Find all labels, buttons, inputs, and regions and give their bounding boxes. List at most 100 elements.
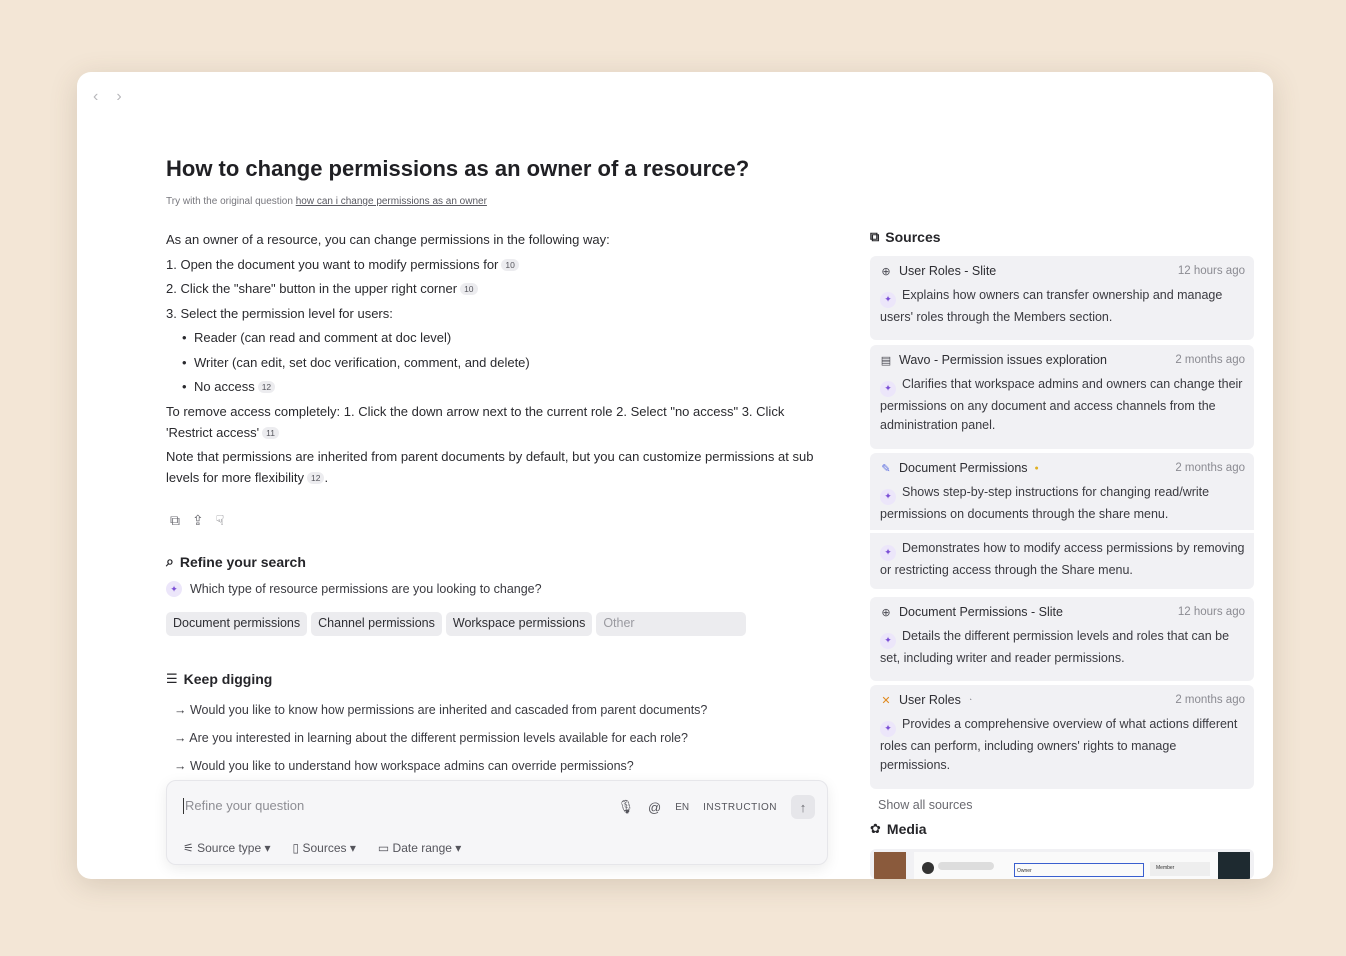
follow-up-question[interactable]: → Are you interested in learning about t… [174, 731, 688, 745]
sparkle-icon: ✦ [880, 545, 896, 561]
owner-select: Owner [1014, 863, 1144, 877]
globe-icon: ⊕ [881, 265, 891, 278]
filter-icon: ⚟ [183, 841, 194, 855]
filter-label: Source type [197, 841, 262, 855]
source-summary-text: Details the different permission levels … [880, 629, 1230, 665]
source-card[interactable]: ✕ User Roles ◔ 2 months ago ✦ Provides a co… [870, 685, 1254, 789]
sparkle-icon: ✦ [880, 380, 896, 397]
status-dot-icon: ● [1034, 464, 1039, 472]
source-summary: ✦ Demonstrates how to modify access permi… [870, 530, 1254, 581]
source-summary-text: Provides a comprehensive overview of wha… [880, 717, 1238, 773]
citation-badge[interactable]: 10 [460, 283, 478, 295]
sources-title-text: Sources [885, 229, 941, 245]
microphone-icon[interactable]: 🎙 [618, 799, 635, 815]
sources-title: ⧉ Sources [870, 229, 941, 245]
permission-level-item: No access12 [178, 376, 826, 397]
original-question-prefix: Try with the original question [166, 196, 293, 207]
show-all-sources-link[interactable]: Show all sources [878, 798, 973, 812]
media-strip[interactable]: Owner Member [870, 849, 1254, 879]
palette-icon: ✿ [870, 821, 881, 836]
answer-actions: ⧉ ⇪ ☟ [170, 512, 224, 529]
date-range-filter[interactable]: ▭ Date range ▾ [378, 841, 461, 855]
remove-text: To remove access completely: 1. Click th… [166, 403, 785, 440]
permission-level-item: Reader (can read and comment at doc leve… [178, 327, 826, 348]
refine-question-input[interactable]: Refine your question [183, 798, 304, 814]
globe-icon: ⊕ [881, 606, 891, 619]
media-thumbnail[interactable] [874, 852, 906, 879]
answer-step: 3. Select the permission level for users… [166, 305, 393, 321]
back-icon[interactable]: ‹ [93, 88, 98, 106]
source-card-header: ✎ Document Permissions ● 2 months ago [880, 459, 1245, 477]
language-button[interactable]: EN [675, 802, 689, 813]
media-title-text: Media [886, 821, 927, 837]
mention-icon[interactable]: @ [648, 800, 661, 815]
sparkle-icon: ✦ [880, 488, 896, 505]
source-name: User Roles [899, 693, 961, 707]
answer-step: 1. Open the document you want to modify … [166, 254, 826, 275]
refine-question-text: Which type of resource permissions are y… [190, 582, 542, 596]
source-card[interactable]: ▤ Wavo - Permission issues exploration 2 … [870, 345, 1254, 449]
sparkle-icon: ✦ [880, 291, 896, 308]
option-document-permissions[interactable]: Document permissions [166, 612, 308, 636]
doc-icon: ▤ [880, 354, 892, 367]
share-icon[interactable]: ⇪ [192, 512, 204, 529]
member-select: Member [1150, 862, 1210, 876]
source-summary-text: Explains how owners can transfer ownersh… [880, 288, 1223, 324]
source-card[interactable]: ⊕ Document Permissions - Slite 12 hours a… [870, 597, 1254, 681]
source-summary: ✦ Explains how owners can transfer owners… [880, 286, 1245, 327]
filter-label: Sources [302, 841, 347, 855]
doc-icon: ▯ [292, 841, 300, 855]
sparkle-icon: ✦ [166, 581, 182, 597]
page-title: How to change permissions as an owner of… [166, 156, 750, 181]
source-summary: ✦ Details the different permission levels… [880, 627, 1245, 668]
thumbs-down-icon[interactable]: ☟ [216, 512, 225, 529]
original-question-link[interactable]: how can i change permissions as an owner [296, 196, 487, 207]
follow-up-question[interactable]: → Would you like to understand how works… [174, 759, 634, 773]
keep-digging-text: Keep digging [183, 671, 273, 687]
answer-remove: To remove access completely: 1. Click th… [166, 401, 826, 443]
copy-icon[interactable]: ⧉ [170, 512, 180, 529]
refine-question: ✦ Which type of resource permissions are… [166, 581, 542, 597]
source-card-header: ▤ Wavo - Permission issues exploration 2 … [880, 351, 1245, 369]
citation-badge[interactable]: 12 [257, 381, 276, 393]
permission-level-item: Writer (can edit, set doc verification, … [178, 352, 826, 373]
source-type-filter[interactable]: ⚟ Source type ▾ [183, 841, 271, 855]
forward-icon[interactable]: › [116, 88, 121, 106]
citation-badge[interactable]: 11 [262, 426, 279, 439]
question-composer: Refine your question 🎙 @ EN INSTRUCTION … [166, 780, 828, 865]
media-thumbnail[interactable]: Owner Member [914, 852, 1218, 879]
send-button[interactable]: ↑ [791, 795, 815, 819]
refine-options: Document permissions Channel permissions… [166, 612, 747, 636]
source-card[interactable]: ⊕ User Roles - Slite 12 hours ago ✦ Explai… [870, 256, 1254, 340]
follow-up-question[interactable]: → Would you like to know how permissions… [174, 703, 707, 717]
filter-label: Date range [392, 841, 452, 855]
avatar [922, 862, 934, 874]
option-workspace-permissions[interactable]: Workspace permissions [445, 612, 593, 636]
source-summary-text: Shows step-by-step instructions for chan… [880, 485, 1210, 521]
source-time: 2 months ago [1175, 354, 1245, 366]
citation-badge[interactable]: 12 [307, 472, 325, 484]
answer-note: Note that permissions are inherited from… [166, 446, 826, 488]
scroll-icon: ☰ [166, 671, 178, 686]
nav-buttons: ‹ › [93, 88, 122, 106]
search-sparkle-icon: ⌕ [166, 553, 174, 569]
source-time: 12 hours ago [1177, 606, 1245, 618]
media-thumbnail[interactable] [1218, 852, 1250, 879]
source-name: Document Permissions - Slite [899, 605, 1063, 619]
option-channel-permissions[interactable]: Channel permissions [311, 612, 442, 636]
refine-title-text: Refine your search [179, 553, 306, 570]
citation-badge[interactable]: 10 [501, 258, 519, 271]
answer-body: As an owner of a resource, you can chang… [166, 229, 826, 492]
source-time: 12 hours ago [1177, 265, 1245, 277]
composer-tools: 🎙 @ EN INSTRUCTION ↑ [618, 795, 815, 819]
status-dot-icon: ◔ [967, 696, 973, 704]
note-end: . [324, 470, 329, 485]
option-other-input[interactable]: Other [596, 612, 747, 636]
source-summary: ✦ Clarifies that workspace admins and own… [880, 375, 1245, 436]
source-card-header: ⊕ User Roles - Slite 12 hours ago [880, 262, 1245, 280]
butterfly-icon: ✕ [881, 694, 891, 707]
source-card[interactable]: ✎ Document Permissions ● 2 months ago ✦ Sho… [870, 453, 1254, 589]
sources-filter[interactable]: ▯ Sources ▾ [293, 841, 356, 855]
blurred-name [938, 862, 994, 870]
mode-button[interactable]: INSTRUCTION [703, 802, 777, 813]
